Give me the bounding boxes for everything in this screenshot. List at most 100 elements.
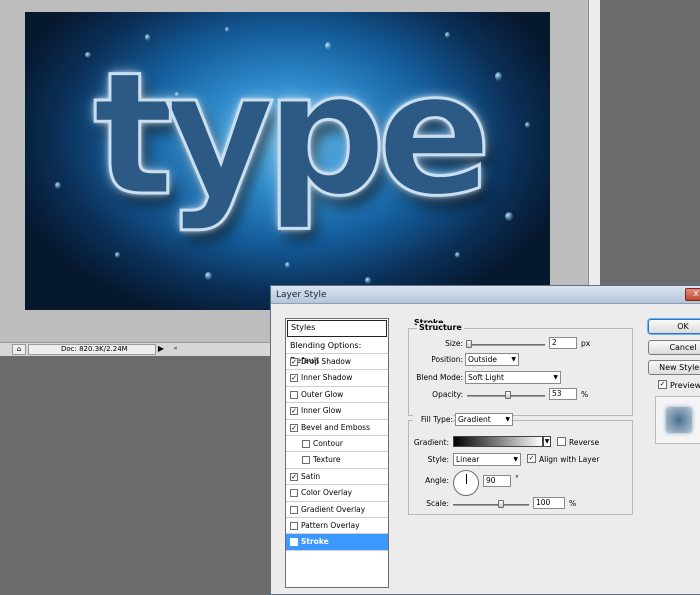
water-drop: [205, 272, 212, 280]
style-checkbox[interactable]: [302, 456, 310, 465]
angle-needle: [466, 474, 467, 484]
style-item-drop-shadow[interactable]: ✓ Drop Shadow: [286, 354, 388, 371]
style-item-bevel-and-emboss[interactable]: ✓ Bevel and Emboss: [286, 420, 388, 436]
dialog-title: Layer Style: [276, 290, 327, 300]
style-item-label: Satin: [301, 471, 321, 481]
style-checkbox[interactable]: [290, 521, 298, 530]
style-checkbox[interactable]: ✓: [290, 407, 298, 416]
style-item-satin[interactable]: ✓ Satin: [286, 469, 388, 486]
size-label: Size:: [445, 339, 463, 348]
style-item-label: Inner Shadow: [301, 373, 353, 383]
canvas-type-text: type: [91, 36, 493, 234]
style-checkbox[interactable]: [290, 489, 298, 498]
style-item-texture[interactable]: Texture: [286, 452, 388, 469]
opacity-field[interactable]: 53: [549, 388, 577, 400]
scale-slider-thumb[interactable]: [498, 500, 504, 508]
style-checkbox[interactable]: ✓: [290, 472, 298, 481]
style-item-gradient-overlay[interactable]: Gradient Overlay: [286, 502, 388, 518]
blend-mode-label: Blend Mode:: [416, 373, 463, 382]
style-rows: ✓ Drop Shadow ✓ Inner Shadow Outer Glow ✓ Inne…: [286, 354, 388, 551]
size-field[interactable]: 2: [549, 337, 577, 349]
position-value: Outside: [468, 355, 497, 364]
style-item-color-overlay[interactable]: Color Overlay: [286, 485, 388, 502]
water-drop: [285, 262, 290, 268]
document-canvas[interactable]: type: [25, 12, 550, 310]
preview-label: Preview: [670, 381, 700, 390]
fill-type-label: Fill Type:: [413, 415, 453, 424]
blend-mode-dropdown[interactable]: Soft Light ▼: [465, 371, 561, 384]
align-with-layer-label: Align with Layer: [539, 455, 600, 464]
status-icon[interactable]: ⌂: [12, 344, 26, 355]
style-item-stroke[interactable]: ✓ Stroke: [286, 534, 388, 551]
scale-slider[interactable]: [453, 504, 529, 506]
style-checkbox[interactable]: ✓: [290, 538, 298, 547]
chevron-down-icon: ▼: [505, 416, 510, 423]
styles-header[interactable]: Styles: [287, 320, 387, 337]
style-preview: [655, 396, 700, 444]
gradient-label: Gradient:: [413, 438, 449, 447]
style-item-pattern-overlay[interactable]: Pattern Overlay: [286, 518, 388, 535]
water-drop: [455, 252, 460, 258]
position-dropdown[interactable]: Outside ▼: [465, 353, 519, 366]
style-item-outer-glow[interactable]: Outer Glow: [286, 387, 388, 404]
style-checkbox[interactable]: ✓: [290, 423, 298, 432]
fill-type-dropdown[interactable]: Gradient ▼: [455, 413, 513, 426]
style-checkbox[interactable]: [290, 505, 298, 514]
angle-dial[interactable]: [453, 470, 479, 496]
size-slider-thumb[interactable]: [466, 340, 472, 348]
chevron-down-icon: ▼: [511, 356, 516, 363]
style-item-label: Texture: [313, 455, 341, 465]
style-item-label: Stroke: [301, 537, 329, 547]
cancel-button[interactable]: Cancel: [648, 340, 700, 355]
style-item-contour[interactable]: Contour: [286, 436, 388, 453]
opacity-unit: %: [581, 390, 589, 399]
close-button[interactable]: x: [685, 288, 700, 301]
style-checkbox[interactable]: ✓: [290, 358, 298, 366]
style-item-label: Contour: [313, 438, 343, 448]
dialog-titlebar[interactable]: Layer Style x: [271, 286, 700, 304]
size-unit: px: [581, 339, 591, 348]
style-checkbox[interactable]: [302, 439, 310, 448]
style-item-inner-shadow[interactable]: ✓ Inner Shadow: [286, 370, 388, 387]
style-dropdown[interactable]: Linear ▼: [453, 453, 521, 466]
chevron-down-icon: ▼: [513, 456, 518, 463]
style-item-label: Drop Shadow: [301, 357, 352, 366]
style-checkbox[interactable]: [290, 390, 298, 399]
new-style-button[interactable]: New Style...: [648, 360, 700, 375]
preview-checkbox[interactable]: ✓: [658, 380, 667, 389]
blend-mode-value: Soft Light: [468, 373, 504, 382]
fill-type-value: Gradient: [458, 415, 491, 424]
style-item-label: Gradient Overlay: [301, 504, 366, 514]
style-checkbox[interactable]: ✓: [290, 374, 298, 383]
style-item-label: Color Overlay: [301, 488, 353, 498]
structure-legend: Structure: [417, 323, 464, 332]
opacity-label: Opacity:: [432, 390, 463, 399]
style-item-label: Inner Glow: [301, 406, 342, 416]
chevron-down-icon: ▼: [553, 374, 558, 381]
scale-field[interactable]: 100: [533, 497, 565, 509]
fill-group: Fill Type: Gradient ▼ Gradient: ▼ Revers…: [408, 413, 633, 515]
angle-label: Angle:: [425, 476, 449, 485]
status-menu-arrow-icon[interactable]: ▶: [156, 344, 166, 355]
blending-options-item[interactable]: Blending Options: Default: [286, 338, 388, 365]
position-label: Position:: [431, 355, 463, 364]
style-value: Linear: [456, 455, 480, 464]
angle-unit: °: [515, 474, 519, 483]
scroll-left-arrow-icon[interactable]: ◂: [170, 344, 180, 355]
styles-list: Styles Blending Options: Default ✓ Drop S…: [285, 318, 389, 588]
ok-button[interactable]: OK: [648, 319, 700, 334]
size-slider[interactable]: [467, 344, 545, 346]
reverse-label: Reverse: [569, 438, 600, 447]
water-drop: [365, 277, 371, 284]
scale-label: Scale:: [426, 499, 449, 508]
opacity-slider-thumb[interactable]: [505, 391, 511, 399]
align-with-layer-checkbox[interactable]: ✓: [527, 454, 536, 463]
vertical-scrollbar[interactable]: [588, 0, 600, 290]
scale-unit: %: [569, 499, 577, 508]
gradient-picker-icon[interactable]: ▼: [543, 436, 551, 447]
reverse-checkbox[interactable]: [557, 437, 566, 446]
style-item-label: Bevel and Emboss: [301, 422, 370, 432]
gradient-swatch[interactable]: [453, 436, 543, 447]
angle-field[interactable]: 90: [483, 475, 511, 487]
style-item-inner-glow[interactable]: ✓ Inner Glow: [286, 403, 388, 420]
